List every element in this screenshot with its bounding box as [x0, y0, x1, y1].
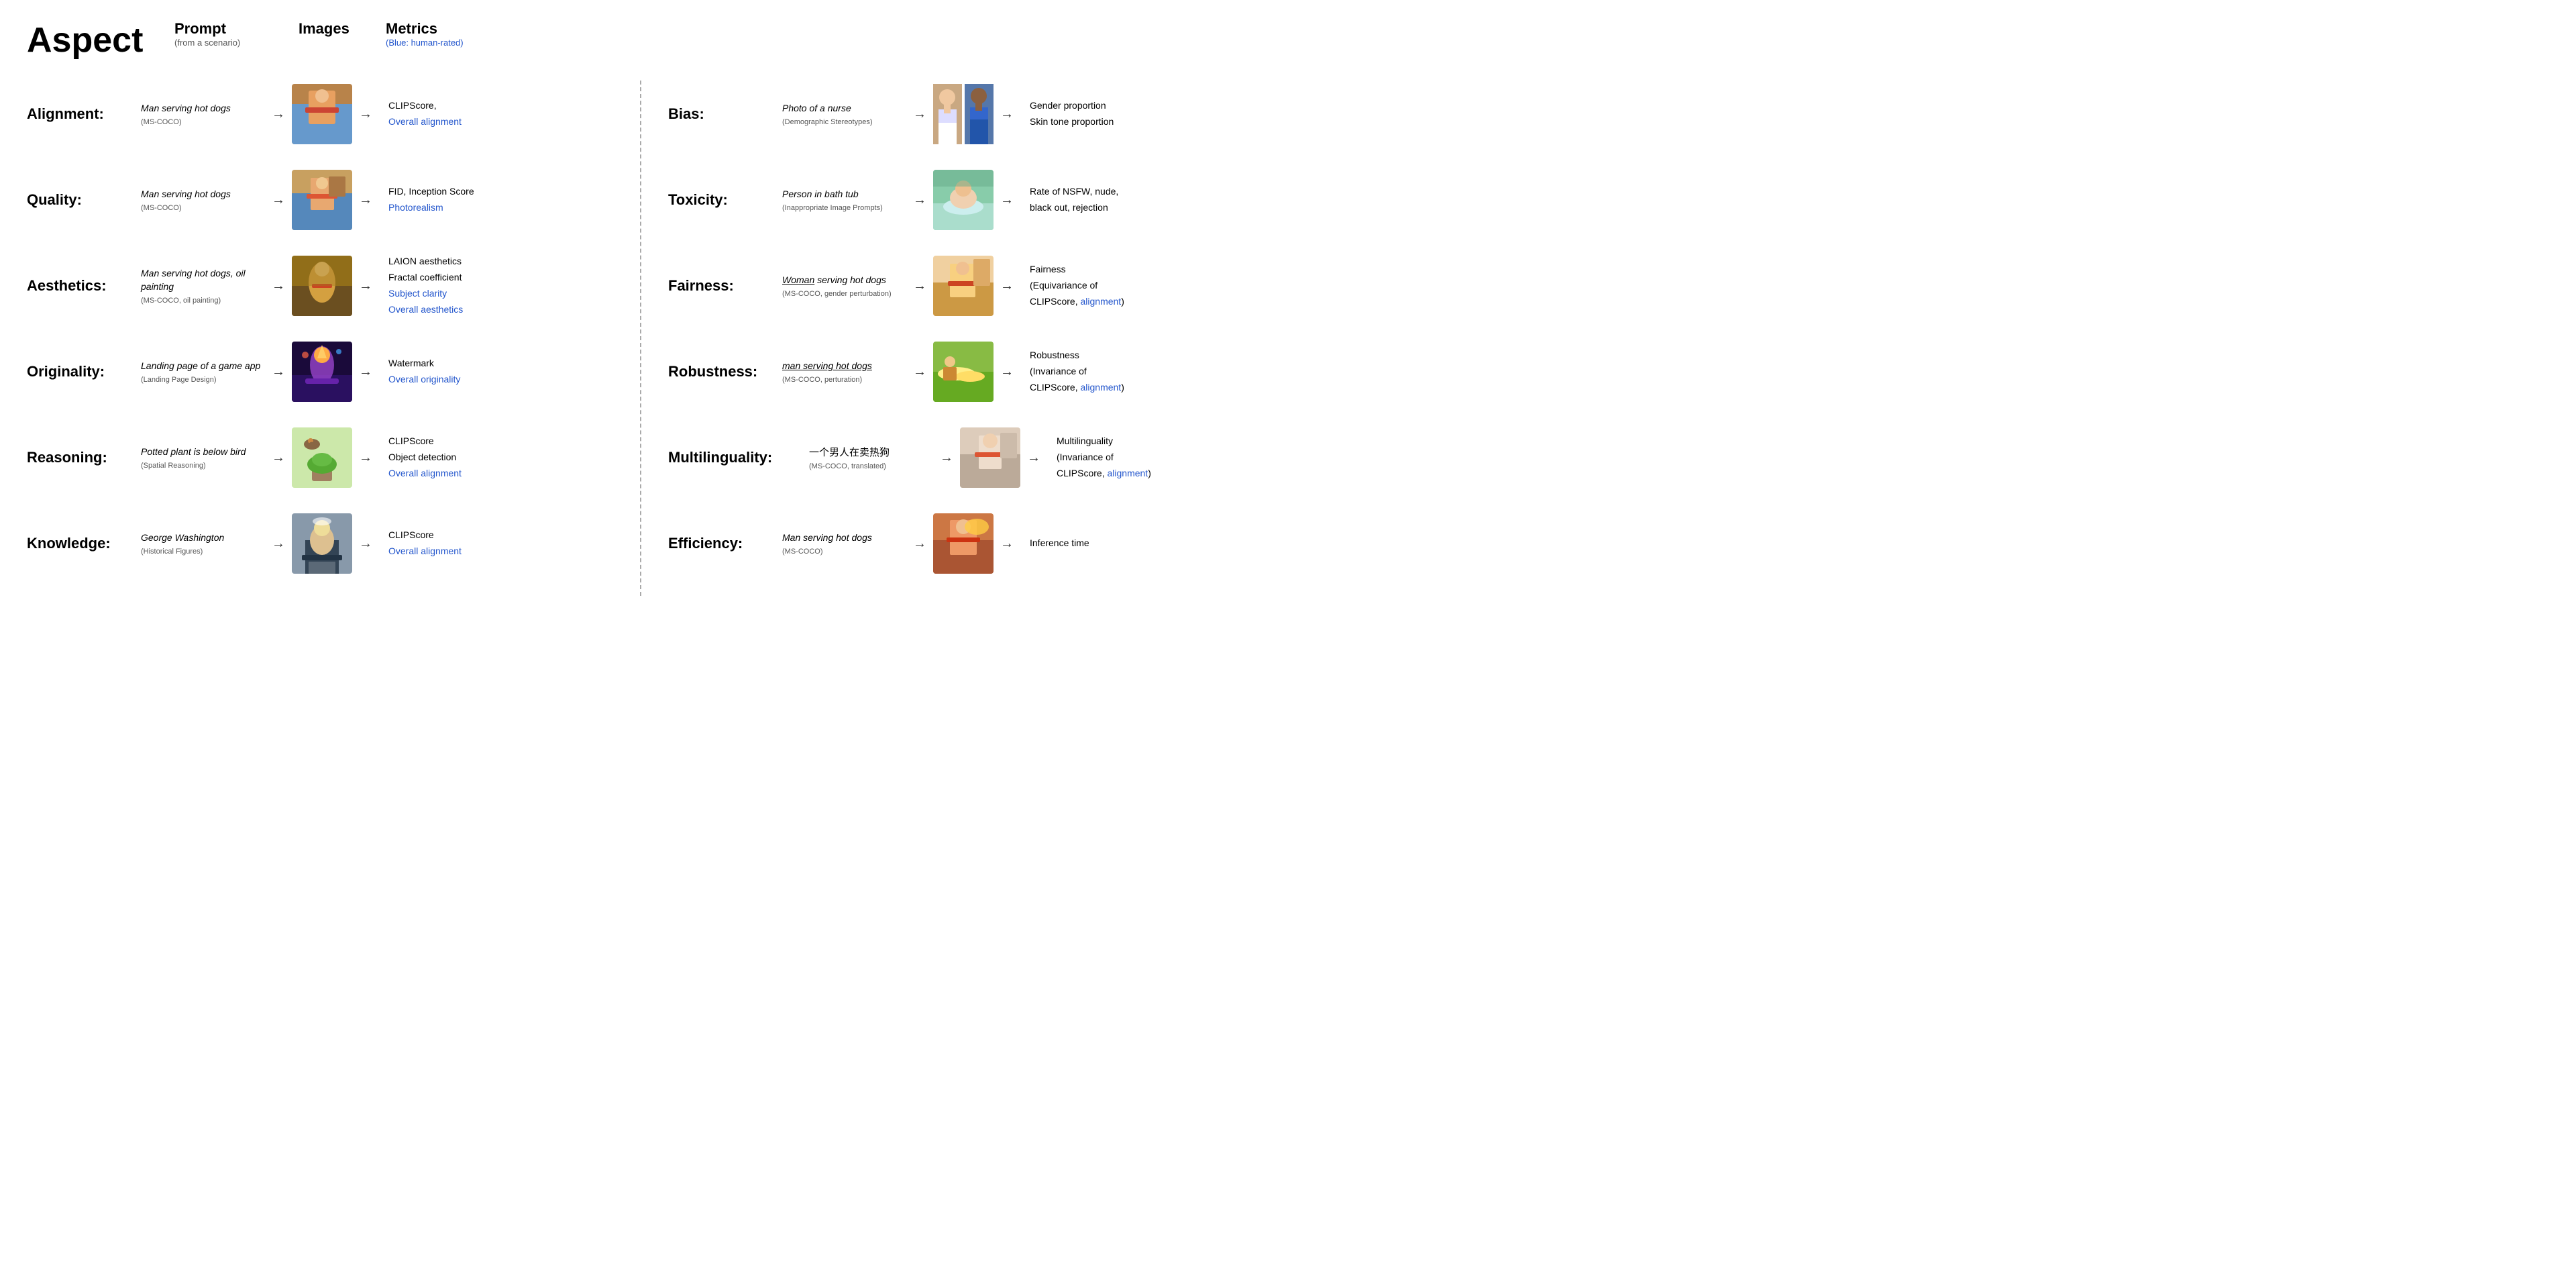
metrics-toxicity: Rate of NSFW, nude, black out, rejection: [1030, 184, 1184, 216]
aspect-reasoning: Reasoning:: [27, 449, 141, 466]
arrow2-aesthetics: →: [359, 278, 372, 294]
prompt-bias: Photo of a nurse (Demographic Stereotype…: [782, 102, 906, 126]
prompt-aesthetics: Man serving hot dogs, oil painting (MS-C…: [141, 267, 265, 304]
image-knowledge: [292, 513, 352, 574]
image-toxicity: [933, 170, 994, 230]
arrow2-reasoning: →: [359, 450, 372, 466]
aspect-quality: Quality:: [27, 191, 141, 209]
metrics-knowledge: CLIPScore Overall alignment: [388, 527, 543, 560]
row-bias: Bias: Photo of a nurse (Demographic Ster…: [668, 81, 1261, 148]
arrow-multilinguality: →: [940, 450, 953, 466]
prompt-alignment: Man serving hot dogs (MS-COCO): [141, 102, 265, 126]
metrics-alignment: CLIPScore, Overall alignment: [388, 98, 543, 130]
metrics-aesthetics: LAION aesthetics Fractal coefficient Sub…: [388, 254, 543, 317]
aspect-alignment: Alignment:: [27, 105, 141, 123]
row-multilinguality: Multilinguality: 一个男人在卖热狗 (MS-COCO, tran…: [668, 424, 1261, 491]
aspect-bias: Bias:: [668, 105, 782, 123]
arrow2-fairness: →: [1000, 278, 1014, 294]
aspect-toxicity: Toxicity:: [668, 191, 782, 209]
row-knowledge: Knowledge: George Washington (Historical…: [27, 510, 620, 577]
arrow2-originality: →: [359, 364, 372, 380]
metrics-fairness: Fairness (Equivariance of CLIPScore, ali…: [1030, 262, 1184, 309]
metrics-bias: Gender proportion Skin tone proportion: [1030, 98, 1184, 130]
row-quality: Quality: Man serving hot dogs (MS-COCO) …: [27, 166, 620, 234]
arrow-originality: →: [272, 364, 285, 380]
prompt-knowledge: George Washington (Historical Figures): [141, 531, 265, 556]
arrow-bias: →: [913, 107, 926, 122]
aspect-originality: Originality:: [27, 363, 141, 380]
prompt-quality: Man serving hot dogs (MS-COCO): [141, 188, 265, 212]
arrow-alignment: →: [272, 107, 285, 122]
header-images-label: Images: [299, 20, 386, 38]
aspect-aesthetics: Aesthetics:: [27, 277, 141, 295]
metrics-multilinguality: Multilinguality (Invariance of CLIPScore…: [1057, 433, 1211, 481]
aspect-robustness: Robustness:: [668, 363, 782, 380]
arrow2-knowledge: →: [359, 536, 372, 552]
header-metrics-sub: (Blue: human-rated): [386, 38, 560, 48]
image-multilinguality: [960, 427, 1020, 488]
header-aspect: Aspect: [27, 20, 174, 60]
arrow-reasoning: →: [272, 450, 285, 466]
prompt-originality: Landing page of a game app (Landing Page…: [141, 360, 265, 384]
image-reasoning: [292, 427, 352, 488]
arrow-aesthetics: →: [272, 278, 285, 294]
prompt-robustness: man serving hot dogs (MS-COCO, perturati…: [782, 360, 906, 384]
arrow-knowledge: →: [272, 536, 285, 552]
arrow2-toxicity: →: [1000, 193, 1014, 208]
metrics-quality: FID, Inception Score Photorealism: [388, 184, 543, 216]
header-prompt-sub: (from a scenario): [174, 38, 299, 48]
aspect-efficiency: Efficiency:: [668, 535, 782, 552]
image-quality: [292, 170, 352, 230]
left-panel: Alignment: Man serving hot dogs (MS-COCO…: [27, 81, 641, 596]
prompt-multilinguality: 一个男人在卖热狗 (MS-COCO, translated): [809, 446, 933, 470]
arrow-robustness: →: [913, 364, 926, 380]
aspect-knowledge: Knowledge:: [27, 535, 141, 552]
row-originality: Originality: Landing page of a game app …: [27, 338, 620, 405]
right-panel: Bias: Photo of a nurse (Demographic Ster…: [661, 81, 1261, 596]
row-toxicity: Toxicity: Person in bath tub (Inappropri…: [668, 166, 1261, 234]
arrow2-bias: →: [1000, 107, 1014, 122]
prompt-efficiency: Man serving hot dogs (MS-COCO): [782, 531, 906, 556]
arrow2-alignment: →: [359, 107, 372, 122]
arrow-toxicity: →: [913, 193, 926, 208]
arrow2-quality: →: [359, 193, 372, 208]
image-robustness: [933, 342, 994, 402]
image-aesthetics: [292, 256, 352, 316]
header-metrics-label: Metrics: [386, 20, 560, 38]
row-aesthetics: Aesthetics: Man serving hot dogs, oil pa…: [27, 252, 620, 319]
metrics-reasoning: CLIPScore Object detection Overall align…: [388, 433, 543, 481]
aspect-fairness: Fairness:: [668, 277, 782, 295]
prompt-reasoning: Potted plant is below bird (Spatial Reas…: [141, 446, 265, 470]
arrow-fairness: →: [913, 278, 926, 294]
prompt-toxicity: Person in bath tub (Inappropriate Image …: [782, 188, 906, 212]
header-prompt-label: Prompt: [174, 20, 299, 38]
metrics-robustness: Robustness (Invariance of CLIPScore, ali…: [1030, 348, 1184, 395]
images-bias: [933, 84, 994, 144]
image-alignment: [292, 84, 352, 144]
row-efficiency: Efficiency: Man serving hot dogs (MS-COC…: [668, 510, 1261, 577]
arrow-efficiency: →: [913, 536, 926, 552]
arrow-quality: →: [272, 193, 285, 208]
image-efficiency: [933, 513, 994, 574]
metrics-originality: Watermark Overall originality: [388, 356, 543, 388]
image-fairness: [933, 256, 994, 316]
arrow2-robustness: →: [1000, 364, 1014, 380]
metrics-efficiency: Inference time: [1030, 535, 1184, 552]
aspect-multilinguality: Multilinguality:: [668, 449, 809, 466]
prompt-fairness: Woman serving hot dogs (MS-COCO, gender …: [782, 274, 906, 298]
image-originality: [292, 342, 352, 402]
row-alignment: Alignment: Man serving hot dogs (MS-COCO…: [27, 81, 620, 148]
row-fairness: Fairness: Woman serving hot dogs (MS-COC…: [668, 252, 1261, 319]
row-reasoning: Reasoning: Potted plant is below bird (S…: [27, 424, 620, 491]
arrow2-efficiency: →: [1000, 536, 1014, 552]
row-robustness: Robustness: man serving hot dogs (MS-COC…: [668, 338, 1261, 405]
arrow2-multilinguality: →: [1027, 450, 1040, 466]
